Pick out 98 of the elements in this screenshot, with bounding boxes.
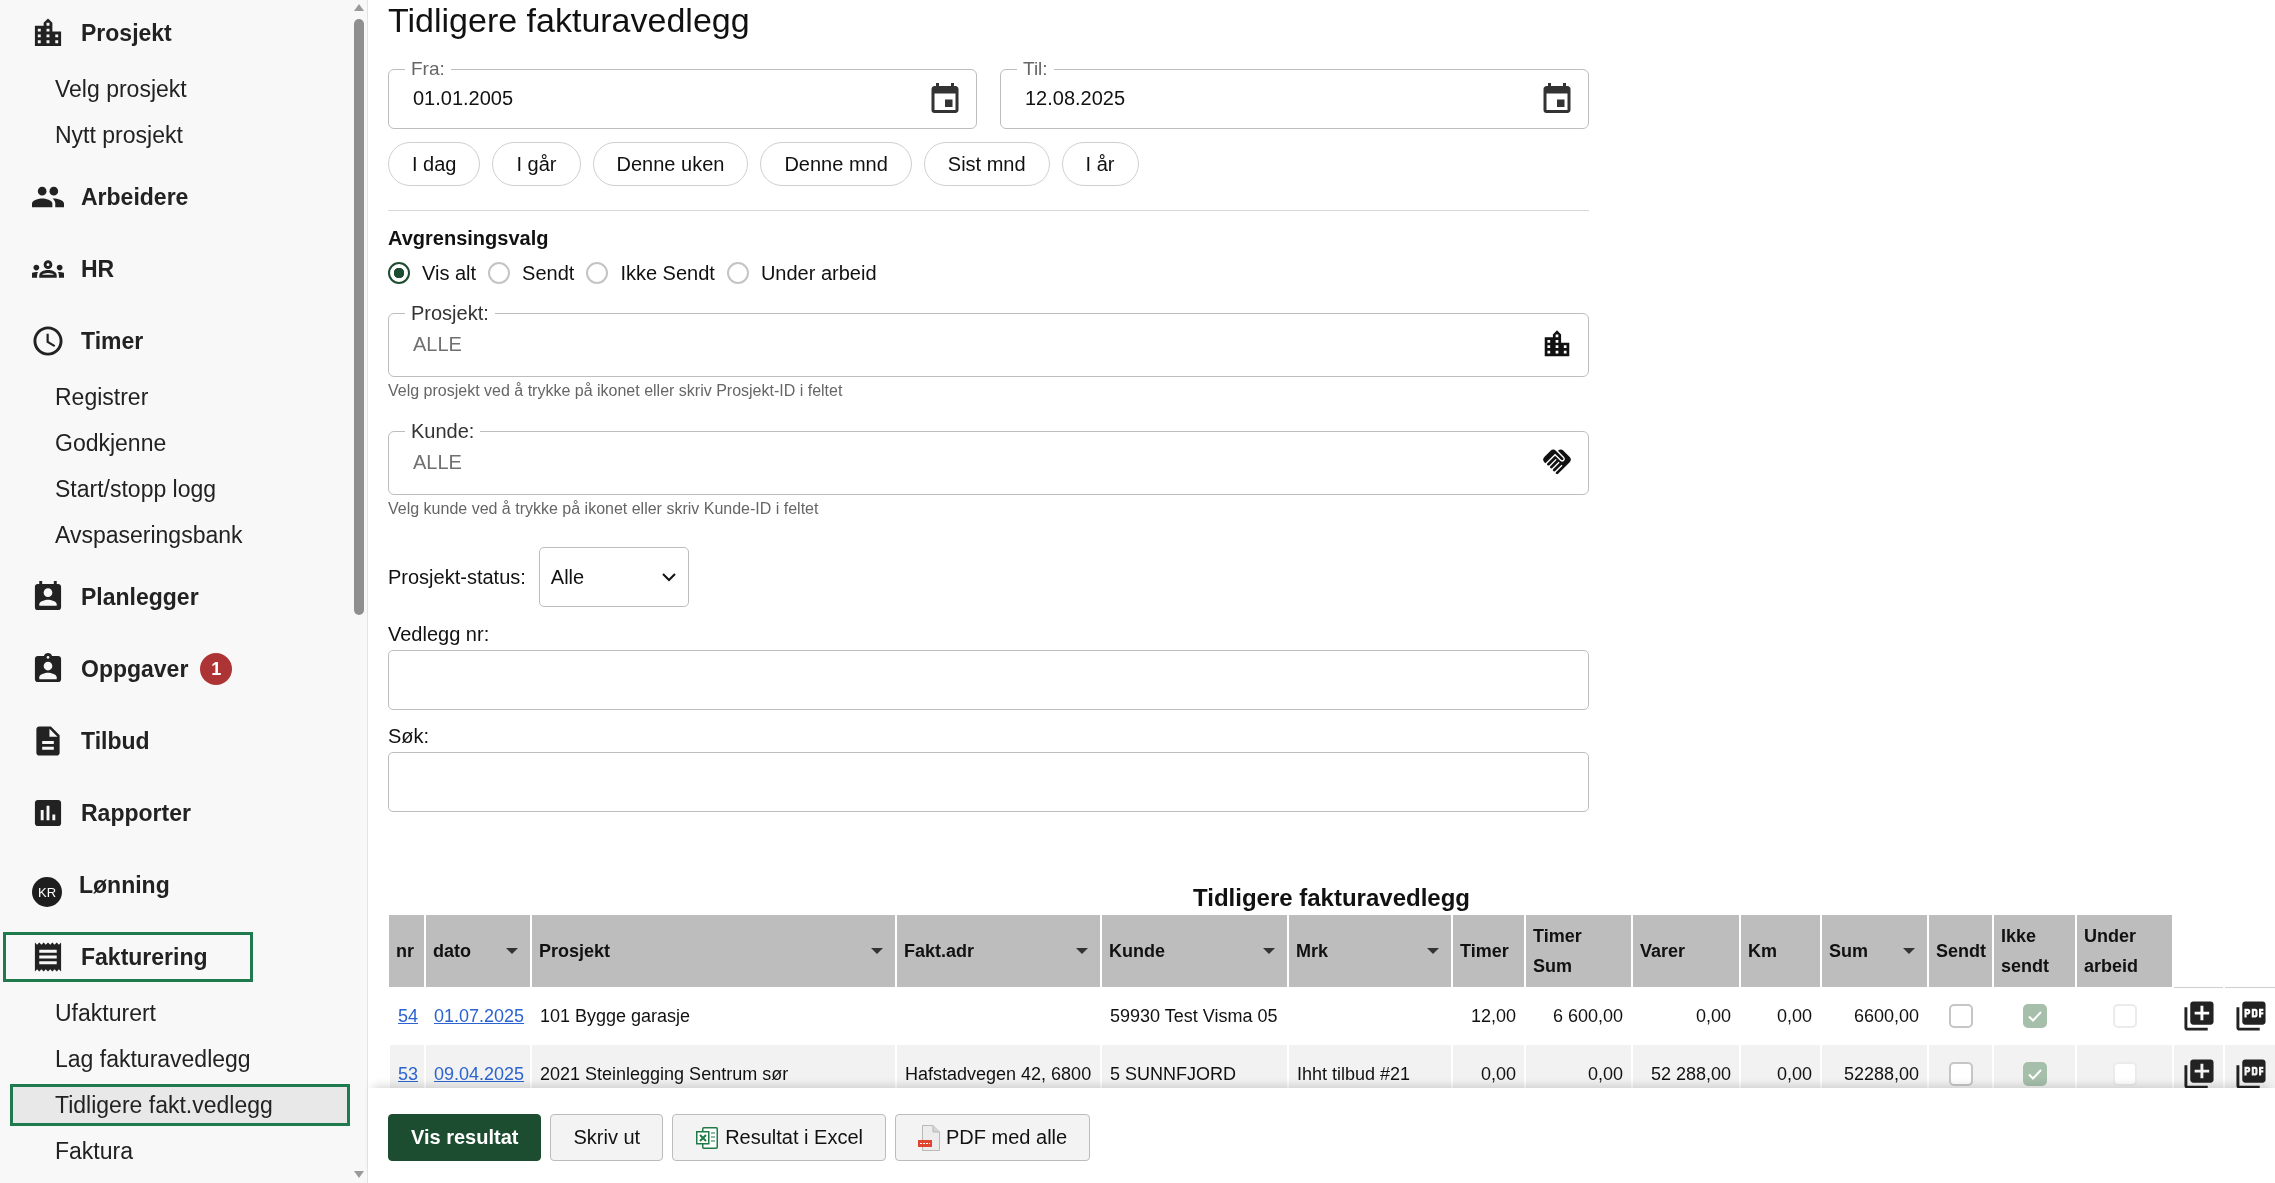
column-header[interactable]: Mrk [1288,915,1452,987]
preset-button[interactable]: Sist mnd [923,142,1050,186]
radio-label[interactable]: Under arbeid [760,261,877,285]
sidebar-section[interactable]: Rapporter [3,788,236,838]
sidebar-item[interactable]: Godkjenne [10,422,350,464]
notification-badge: 1 [200,653,233,685]
buildings-icon [32,17,64,49]
action-button[interactable]: Resultat i Excel [672,1114,886,1161]
column-header: Timer [1452,915,1525,987]
dropdown-caret-icon[interactable] [1427,948,1439,954]
radio-label[interactable]: Ikke Sendt [620,261,715,285]
sidebar-item[interactable]: Faktura [10,1130,350,1172]
sidebar-item[interactable]: Nytt prosjekt [10,114,350,156]
sidebar-item[interactable]: Tidligere fakt.vedlegg [10,1084,350,1126]
column-header[interactable]: Kunde [1101,915,1288,987]
sidebar-item[interactable]: Registrer [10,376,350,418]
search-field[interactable] [388,752,1589,812]
dropdown-caret-icon[interactable] [1903,948,1915,954]
chevron-down-icon [661,572,676,582]
status-select[interactable]: Alle [538,547,689,607]
sidebar-item[interactable]: Start/stopp logg [10,468,350,510]
pdf-icon[interactable] [2234,1058,2267,1088]
currency-badge: KR [32,877,62,907]
preset-button[interactable]: I år [1061,142,1139,186]
sidebar-section[interactable]: Fakturering [3,932,253,982]
checkbox[interactable] [1948,1004,1973,1028]
action-button[interactable]: PDF med alle [895,1114,1091,1161]
table-link[interactable]: 53 [398,1063,419,1084]
contact-calendar-icon [32,581,64,613]
sidebar-section[interactable]: KR Lønning [3,860,215,910]
scroll-down-icon[interactable] [353,1171,364,1178]
sidebar-item[interactable]: Lag fakturavedlegg [10,1038,350,1080]
dropdown-caret-icon[interactable] [871,948,883,954]
dropdown-caret-icon[interactable] [1263,948,1275,954]
table-title: Tidligere fakturavedlegg [1192,883,1471,913]
column-header: Timer Sum [1525,915,1632,987]
preset-button[interactable]: Denne uken [592,142,749,186]
handshake-icon[interactable] [1542,447,1572,477]
pdf-file-icon [918,1124,940,1151]
attachment-number-field[interactable] [388,650,1589,710]
sidebar-section[interactable]: HR [3,244,160,294]
stacked-plus-icon[interactable] [2182,1000,2215,1033]
section-heading: Avgrensingsvalg [388,226,550,250]
sidebar-section[interactable]: Arbeidere [3,172,234,222]
sidebar-section[interactable]: Oppgaver 1 [3,644,278,694]
preset-button[interactable]: I dag [388,142,481,186]
column-header: Ikke sendt [1993,915,2076,987]
scroll-up-icon[interactable] [353,4,364,11]
column-header: Varer [1632,915,1740,987]
sidebar-item[interactable]: Velg prosjekt [10,68,350,110]
page-title: Tidligere fakturavedlegg [388,0,751,40]
radio-label[interactable]: Sendt [522,261,575,285]
sidebar-item[interactable]: Ufakturert [10,992,350,1034]
sidebar-section[interactable]: Planlegger [3,572,244,622]
stacked-plus-icon[interactable] [2182,1058,2215,1088]
field-label: Vedlegg nr: [388,622,490,646]
preset-button[interactable]: I går [492,142,581,186]
customer-input[interactable]: ALLE [413,443,1532,481]
field-hint: Velg kunde ved å trykke på ikonet eller skriv Kunde-ID i feltet [388,499,819,519]
date-input[interactable]: 12.08.2025 [1025,80,1532,116]
column-header[interactable]: Fakt.adr [896,915,1101,987]
date-input[interactable]: 01.01.2005 [413,80,920,116]
dropdown-caret-icon[interactable] [1076,948,1088,954]
table-link[interactable]: 54 [398,1005,419,1026]
column-header: nr [389,915,425,987]
column-header[interactable]: dato [425,915,531,987]
column-header[interactable]: Sum [1821,915,1928,987]
clipboard-person-icon [32,653,64,685]
sidebar-section[interactable]: Prosjekt [3,8,217,58]
sidebar-section[interactable]: Tilbud [3,716,195,766]
field-hint: Velg prosjekt ved å trykke på ikonet eller skriv Prosjekt-ID i feltet [388,381,843,401]
column-header: Sendt [1928,915,1993,987]
dropdown-caret-icon[interactable] [506,948,518,954]
buildings-icon[interactable] [1542,329,1572,359]
radio-button[interactable] [388,262,410,284]
sidebar-section[interactable]: Timer [3,316,189,366]
preset-button[interactable]: Denne mnd [760,142,912,186]
checkbox[interactable] [1948,1062,1973,1086]
column-header: Under arbeid [2076,915,2173,987]
field-label: Prosjekt-status: [388,565,526,589]
receipt-icon [32,941,64,973]
table-link[interactable]: 09.04.2025 [434,1063,525,1084]
pdf-icon[interactable] [2234,1000,2267,1033]
action-button[interactable]: Skriv ut [550,1114,664,1161]
bar-chart-icon [32,797,64,829]
spreadsheet-icon [695,1125,720,1150]
calendar-icon[interactable] [930,83,960,113]
field-label: Søk: [388,724,430,748]
scrollbar-thumb[interactable] [353,19,364,615]
column-header[interactable]: Prosjekt [531,915,896,987]
clock-icon [32,325,64,357]
action-button[interactable]: Vis resultat [388,1114,542,1161]
radio-label[interactable]: Vis alt [422,261,477,285]
table-link[interactable]: 01.07.2025 [434,1005,525,1026]
calendar-icon[interactable] [1542,83,1572,113]
project-input[interactable]: ALLE [413,325,1532,363]
column-header: Km [1740,915,1821,987]
sidebar-item[interactable]: Avspaseringsbank [10,514,350,556]
